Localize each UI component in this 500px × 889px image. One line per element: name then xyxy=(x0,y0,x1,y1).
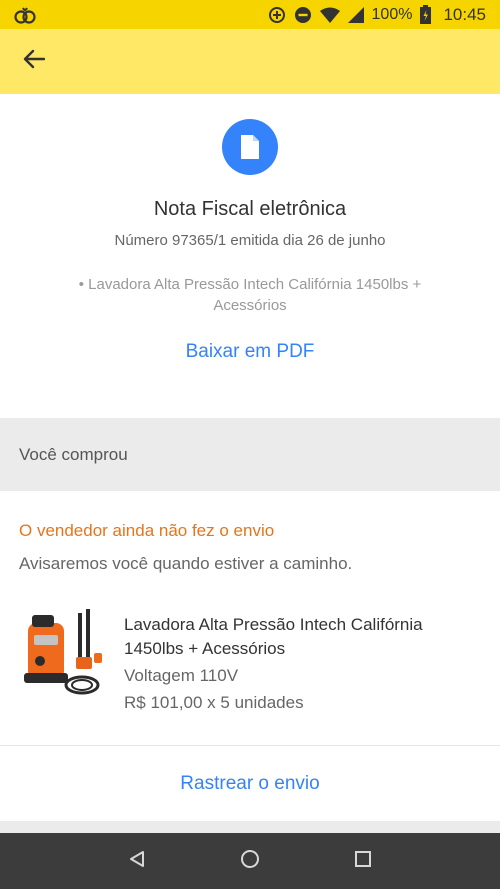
track-shipment-link[interactable]: Rastrear o envio xyxy=(0,773,500,795)
clock: 10:45 xyxy=(443,4,486,24)
battery-icon xyxy=(420,5,432,24)
invoice-number: Número 97365/1 emitida dia 26 de junho xyxy=(114,232,386,249)
back-triangle-icon xyxy=(128,850,146,873)
invoice-card: Nota Fiscal eletrônica Número 97365/1 em… xyxy=(0,94,500,418)
order-card: O vendedor ainda não fez o envio Avisare… xyxy=(0,491,500,821)
signal-icon xyxy=(347,6,364,23)
nav-home-button[interactable] xyxy=(230,841,270,881)
app-bar xyxy=(0,29,500,94)
back-button[interactable] xyxy=(20,48,48,76)
download-pdf-link[interactable]: Baixar em PDF xyxy=(0,341,500,363)
section-header: Você comprou xyxy=(0,418,500,491)
divider xyxy=(0,745,500,746)
product-price: R$ 101,00 x 5 unidades xyxy=(124,693,304,712)
battery-percent: 100% xyxy=(371,5,413,23)
invoice-title: Nota Fiscal eletrônica xyxy=(153,198,347,220)
recents-square-icon xyxy=(354,850,372,873)
nav-recents-button[interactable] xyxy=(343,841,383,881)
shipping-note: Avisaremos você quando estiver a caminho… xyxy=(19,554,353,573)
product-variant: Voltagem 110V xyxy=(124,666,239,685)
invoice-item: • Lavadora Alta Pressão Intech Califórni… xyxy=(78,276,422,314)
status-bar: 100% 10:45 xyxy=(0,0,500,29)
data-saver-icon xyxy=(268,6,286,24)
nav-back-button[interactable] xyxy=(117,841,157,881)
document-icon xyxy=(222,119,278,175)
notification-app-icon xyxy=(14,6,36,24)
do-not-disturb-icon xyxy=(294,6,312,24)
navigation-bar xyxy=(0,833,500,889)
wifi-icon xyxy=(319,7,340,23)
home-circle-icon xyxy=(240,849,260,874)
product-name[interactable]: Lavadora Alta Pressão Intech Califórnia … xyxy=(124,613,484,661)
product-info: Lavadora Alta Pressão Intech Califórnia … xyxy=(124,613,484,713)
arrow-left-icon xyxy=(23,49,46,74)
shipping-status: O vendedor ainda não fez o envio xyxy=(19,521,275,540)
product-image[interactable] xyxy=(20,609,108,701)
